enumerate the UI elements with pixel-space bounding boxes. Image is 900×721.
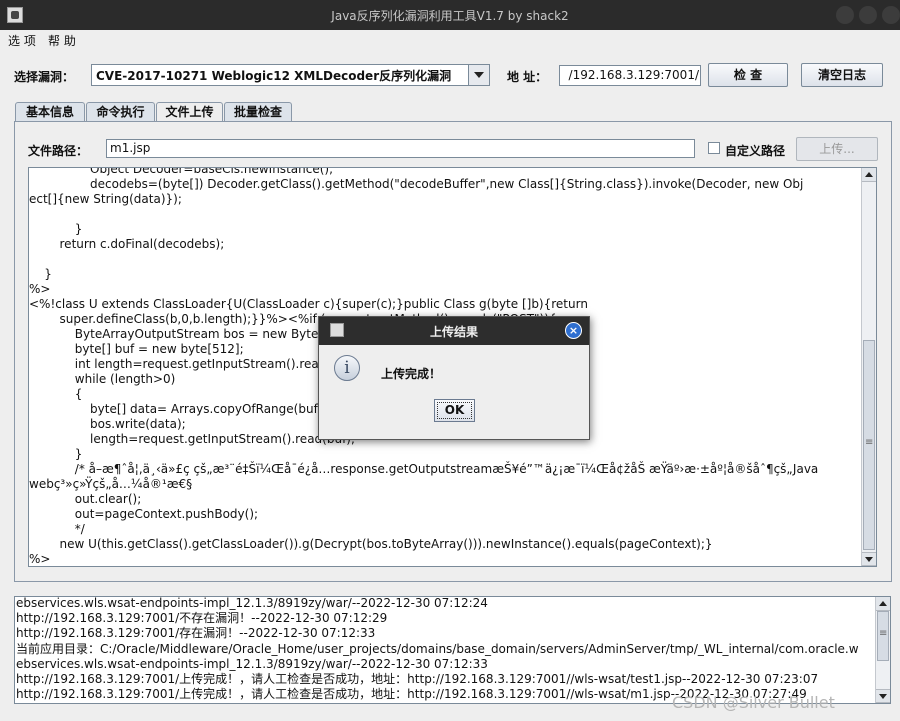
close-window-button[interactable] — [882, 6, 900, 24]
clear-log-button[interactable]: 清空日志 — [801, 63, 883, 87]
code-line: } — [29, 222, 83, 236]
dialog-title: 上传结果 — [429, 325, 478, 339]
custom-path-checkbox[interactable] — [708, 142, 720, 154]
tab-command-exec[interactable]: 命令执行 — [86, 102, 155, 121]
dialog-message: 上传完成！ — [381, 367, 442, 381]
log-line: http://192.168.3.129:7001/上传完成！，请人工检查是否成… — [16, 671, 819, 686]
log-line: ebservices.wls.wsat-endpoints-impl_12.1.… — [16, 596, 488, 610]
menu-bar: 选 项 帮 助 — [0, 30, 900, 50]
minimize-button[interactable] — [836, 6, 854, 24]
code-line: out.clear(); — [29, 492, 142, 506]
file-path-label: 文件路径： — [28, 144, 89, 158]
code-line: decodebs=(byte[]) Decoder.getClass().get… — [29, 177, 804, 191]
scroll-up-icon[interactable] — [862, 168, 876, 182]
close-icon[interactable]: × — [565, 322, 582, 339]
address-label: 地 址： — [507, 70, 548, 84]
editor-scrollbar[interactable] — [861, 168, 876, 566]
tab-batch-check[interactable]: 批量检查 — [224, 102, 292, 121]
file-path-value: m1.jsp — [110, 141, 151, 155]
upload-button[interactable]: 上传... — [796, 137, 878, 161]
log-scroll-thumb[interactable] — [877, 611, 889, 661]
log-line: 当前应用目录：C:/Oracle/Middleware/Oracle_Home/… — [16, 641, 859, 656]
window-title: Java反序列化漏洞利用工具V1.7 by shack2 — [331, 9, 569, 23]
scroll-down-icon[interactable] — [862, 552, 876, 566]
log-line: http://192.168.3.129:7001/存在漏洞！--2022-12… — [16, 626, 376, 641]
code-line: return c.doFinal(decodebs); — [29, 237, 225, 251]
code-line: %> — [29, 282, 51, 296]
custom-path-label: 自定义路径 — [725, 144, 786, 158]
maximize-button[interactable] — [859, 6, 877, 24]
tab-file-upload[interactable]: 文件上传 — [156, 102, 223, 122]
code-line: %> — [29, 552, 51, 566]
tab-basic-info[interactable]: 基本信息 — [15, 102, 85, 121]
code-line: new U(this.getClass().getClassLoader()).… — [29, 537, 713, 551]
code-line: /* å–æ¶ˆå¦‚ä¸‹ä»£ç çš„æ³¨é‡Šï¼Œå¯é¿å…res… — [29, 462, 819, 476]
address-input-value: /192.168.3.129:7001/ — [568, 68, 699, 82]
scroll-up-icon[interactable] — [876, 597, 890, 611]
log-output[interactable]: ebservices.wls.wsat-endpoints-impl_12.1.… — [14, 596, 891, 704]
code-line: webç³»ç»Ÿçš„å…¼å®¹æ€§ — [29, 477, 193, 491]
address-input[interactable]: /192.168.3.129:7001/ — [559, 65, 701, 86]
upload-result-dialog: 上传结果 × i 上传完成！ OK — [318, 316, 590, 440]
log-text: ebservices.wls.wsat-endpoints-impl_12.1.… — [16, 596, 876, 702]
code-line: Object Decoder=baseCls.newInstance(); — [29, 167, 334, 176]
code-line: <%!class U extends ClassLoader{U(ClassLo… — [29, 297, 588, 311]
menu-help[interactable]: 帮 助 — [48, 32, 76, 49]
vuln-select-label: 选择漏洞： — [14, 70, 75, 84]
vuln-select[interactable]: CVE-2017-10271 Weblogic12 XMLDecoder反序列化… — [91, 64, 490, 86]
code-line: */ — [29, 522, 85, 536]
window-titlebar: Java反序列化漏洞利用工具V1.7 by shack2 — [0, 0, 900, 30]
watermark: CSDN @Silver Bullet — [672, 693, 835, 712]
log-scrollbar[interactable] — [875, 597, 890, 703]
file-path-input[interactable]: m1.jsp — [106, 139, 695, 158]
editor-scroll-thumb[interactable] — [863, 340, 875, 550]
check-button[interactable]: 检 查 — [708, 63, 788, 87]
code-line: ect[]{new String(data)}); — [29, 192, 182, 206]
info-icon: i — [334, 355, 360, 381]
code-line: } — [29, 447, 83, 461]
vuln-select-value: CVE-2017-10271 Weblogic12 XMLDecoder反序列化… — [96, 69, 452, 83]
ok-button[interactable]: OK — [434, 399, 475, 422]
log-line: http://192.168.3.129:7001/不存在漏洞！--2022-1… — [16, 611, 388, 626]
chevron-down-icon[interactable] — [468, 65, 489, 85]
log-line: ebservices.wls.wsat-endpoints-impl_12.1.… — [16, 656, 488, 671]
menu-options[interactable]: 选 项 — [8, 32, 36, 49]
scroll-down-icon[interactable] — [876, 689, 890, 703]
code-line: } — [29, 267, 52, 281]
dialog-titlebar: 上传结果 × — [319, 317, 589, 345]
code-line: out=pageContext.pushBody(); — [29, 507, 259, 521]
